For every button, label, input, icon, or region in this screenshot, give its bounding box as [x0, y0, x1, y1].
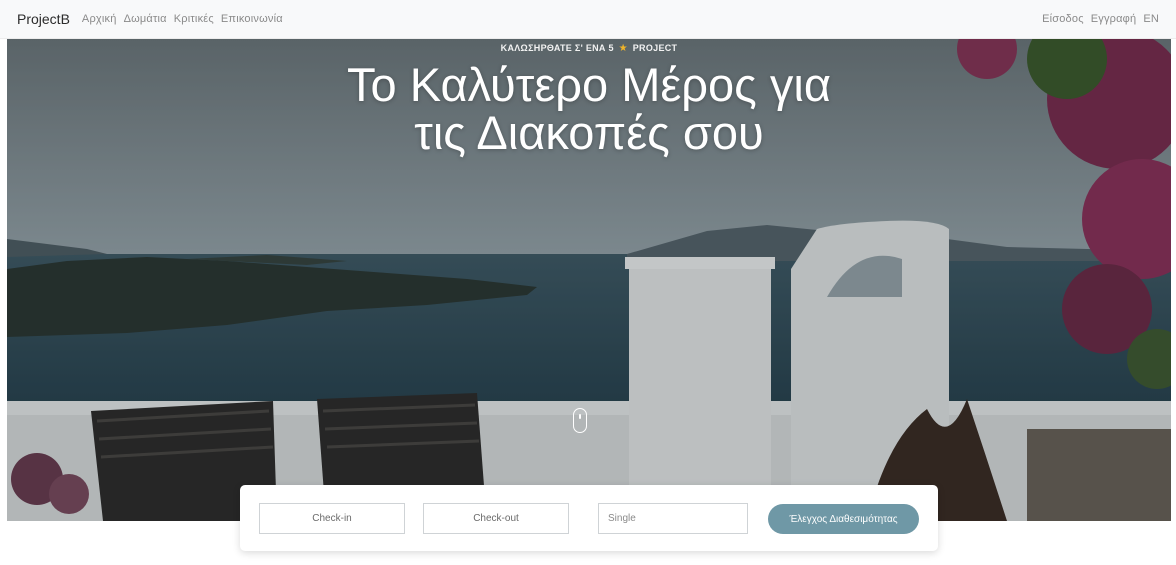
check-availability-button[interactable]: Έλεγχος Διαθεσιμότητας [768, 504, 919, 534]
hero-title: Το Καλύτερο Μέρος για τις Διακοπές σου [7, 61, 1171, 157]
nav-link-language[interactable]: EN [1143, 13, 1159, 25]
brand-logo[interactable]: ProjectB [17, 11, 70, 27]
star-icon: ★ [618, 43, 628, 54]
checkout-input[interactable] [423, 503, 569, 534]
nav-link-rooms[interactable]: Δωμάτια [124, 13, 167, 25]
room-type-value: Single [608, 513, 636, 524]
nav-link-contact[interactable]: Επικοινωνία [221, 13, 283, 25]
nav-right: Είσοδος Εγγραφή EN [1035, 13, 1159, 25]
welcome-prefix: ΚΑΛΩΣΗΡΘΑΤΕ Σ' ΕΝΑ 5 [500, 43, 614, 53]
navbar: ProjectB Αρχική Δωμάτια Κριτικές Επικοιν… [0, 0, 1176, 39]
booking-form: Single Έλεγχος Διαθεσιμότητας [240, 485, 938, 551]
scroll-down-icon[interactable] [573, 408, 587, 433]
page: ProjectB Αρχική Δωμάτια Κριτικές Επικοιν… [0, 0, 1176, 565]
room-type-select[interactable]: Single [598, 503, 748, 534]
welcome-suffix: PROJECT [632, 43, 678, 53]
nav-link-login[interactable]: Είσοδος [1042, 13, 1084, 25]
hero-title-line-1: Το Καλύτερο Μέρος για [346, 58, 832, 111]
welcome-tagline: ΚΑΛΩΣΗΡΘΑΤΕ Σ' ΕΝΑ 5 ★ PROJECT [7, 43, 1171, 54]
nav-link-register[interactable]: Εγγραφή [1091, 13, 1137, 25]
hero-title-line-2: τις Διακοπές σου [414, 106, 764, 159]
hero-banner: ΚΑΛΩΣΗΡΘΑΤΕ Σ' ΕΝΑ 5 ★ PROJECT Το Καλύτε… [7, 39, 1171, 521]
checkin-input[interactable] [259, 503, 405, 534]
nav-link-home[interactable]: Αρχική [82, 13, 117, 25]
nav-link-reviews[interactable]: Κριτικές [174, 13, 214, 25]
